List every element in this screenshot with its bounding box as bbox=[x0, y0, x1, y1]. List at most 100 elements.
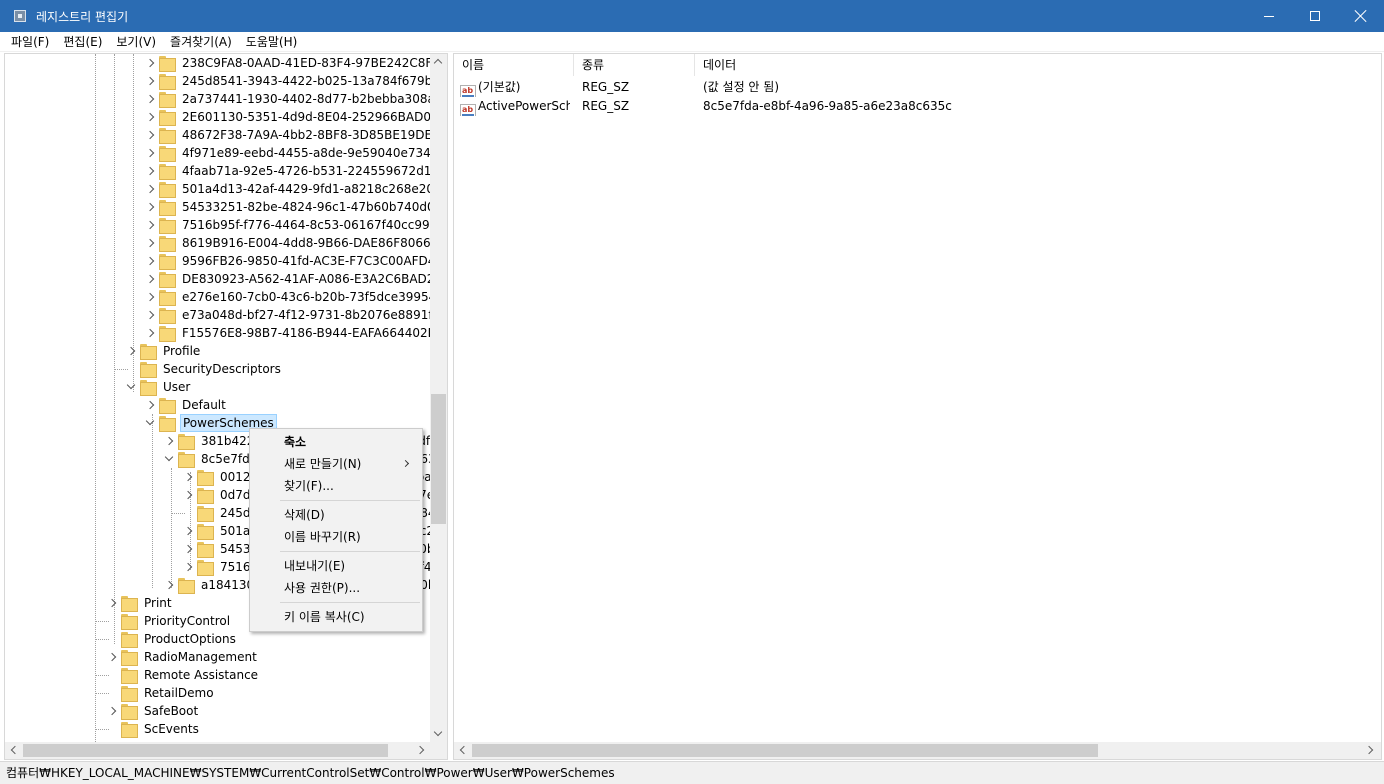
scroll-left-icon[interactable] bbox=[10, 745, 20, 755]
scroll-left-icon[interactable] bbox=[459, 745, 469, 755]
list-horizontal-scrollbar[interactable] bbox=[454, 742, 1381, 759]
tree-node-label[interactable]: Default bbox=[180, 396, 228, 414]
tree-node-label[interactable]: 2a737441-1930-4402-8d77-b2bebba308a3 bbox=[180, 90, 444, 108]
menu-favorites[interactable]: 즐겨찾기(A) bbox=[163, 32, 239, 52]
tree-vertical-scrollbar[interactable] bbox=[430, 54, 447, 742]
context-menu-item[interactable]: 축소 bbox=[252, 431, 420, 453]
tree-node-label[interactable]: F15576E8-98B7-4186-B944-EAFA664402D9 bbox=[180, 324, 446, 342]
tree-node-label[interactable]: ProductOptions bbox=[142, 630, 238, 648]
chevron-right-icon[interactable] bbox=[108, 653, 117, 662]
tree-node-label[interactable]: DE830923-A562-41AF-A086-E3A2C6BAD2DA bbox=[180, 270, 447, 288]
tree-node[interactable]: 245d8541-3943-4422-b025-13a784f679b7 bbox=[146, 72, 442, 90]
chevron-right-icon[interactable] bbox=[146, 167, 155, 176]
menu-view[interactable]: 보기(V) bbox=[109, 32, 163, 52]
tree-node-label[interactable]: User bbox=[161, 378, 192, 396]
tree-node-label[interactable]: RadioManagement bbox=[142, 648, 259, 666]
tree-node[interactable]: Default bbox=[146, 396, 228, 414]
chevron-down-icon[interactable] bbox=[127, 383, 136, 392]
tree-node-label[interactable]: SafeBoot bbox=[142, 702, 200, 720]
close-button[interactable] bbox=[1338, 0, 1384, 32]
chevron-right-icon[interactable] bbox=[165, 581, 174, 590]
tree-horizontal-scrollbar[interactable] bbox=[5, 742, 432, 759]
tree-node-label[interactable]: e73a048d-bf27-4f12-9731-8b2076e8891f bbox=[180, 306, 435, 324]
tree-node[interactable]: SafeBoot bbox=[108, 702, 200, 720]
context-menu-item[interactable]: 새로 만들기(N) bbox=[252, 453, 420, 475]
tree-node-label[interactable]: 54533251-82be-4824-96c1-47b60b740d00 bbox=[180, 198, 444, 216]
value-list-pane[interactable]: 이름 종류 데이터 ab (기본값) REG_SZ (값 설정 안 됨) ab Ac… bbox=[453, 53, 1382, 760]
context-menu-item[interactable]: 찾기(F)... bbox=[252, 475, 420, 497]
tree-node-label[interactable]: Print bbox=[142, 594, 174, 612]
tree-node[interactable]: 48672F38-7A9A-4bb2-8BF8-3D85BE19DE4E bbox=[146, 126, 447, 144]
tree-node[interactable]: ProductOptions bbox=[108, 630, 238, 648]
chevron-right-icon[interactable] bbox=[146, 239, 155, 248]
tree-node-label[interactable]: e276e160-7cb0-43c6-b20b-73f5dce39954 bbox=[180, 288, 438, 306]
chevron-right-icon[interactable] bbox=[184, 545, 193, 554]
scroll-up-icon[interactable] bbox=[433, 58, 443, 68]
scroll-right-icon[interactable] bbox=[415, 745, 425, 755]
tree-node[interactable]: 7516b95f-f776-4464-8c53-06167f40cc99 bbox=[146, 216, 432, 234]
tree-node[interactable]: 501a4d13-42af-4429-9fd1-a8218c268e20 bbox=[146, 180, 436, 198]
tree-node[interactable]: SecurityDescriptors bbox=[127, 360, 283, 378]
tree-node[interactable]: 4f971e89-eebd-4455-a8de-9e59040e7347 bbox=[146, 144, 440, 162]
tree-node-label[interactable]: 7516b95f-f776-4464-8c53-06167f40cc99 bbox=[180, 216, 432, 234]
tree-node[interactable]: DE830923-A562-41AF-A086-E3A2C6BAD2DA bbox=[146, 270, 447, 288]
tree-node[interactable]: 54533251-82be-4824-96c1-47b60b740d00 bbox=[146, 198, 444, 216]
tree-vertical-scroll-thumb[interactable] bbox=[431, 394, 446, 524]
tree-node-label[interactable]: Profile bbox=[161, 342, 202, 360]
scroll-right-icon[interactable] bbox=[1364, 745, 1374, 755]
tree-node-label[interactable]: 238C9FA8-0AAD-41ED-83F4-97BE242C8F20 bbox=[180, 54, 447, 72]
tree-node-label[interactable]: 4faab71a-92e5-4726-b531-224559672d19 bbox=[180, 162, 441, 180]
menu-edit[interactable]: 편집(E) bbox=[56, 32, 109, 52]
tree-node[interactable]: 4faab71a-92e5-4726-b531-224559672d19 bbox=[146, 162, 441, 180]
tree-node[interactable]: e276e160-7cb0-43c6-b20b-73f5dce39954 bbox=[146, 288, 438, 306]
tree-node[interactable]: Print bbox=[108, 594, 174, 612]
column-name[interactable]: 이름 bbox=[454, 54, 574, 76]
tree-node[interactable]: 2a737441-1930-4402-8d77-b2bebba308a3 bbox=[146, 90, 444, 108]
column-type[interactable]: 종류 bbox=[574, 54, 695, 76]
tree-node[interactable]: 2E601130-5351-4d9d-8E04-252966BAD054 bbox=[146, 108, 447, 126]
chevron-right-icon[interactable] bbox=[146, 293, 155, 302]
minimize-button[interactable] bbox=[1246, 0, 1292, 32]
chevron-right-icon[interactable] bbox=[146, 185, 155, 194]
tree-node[interactable]: F15576E8-98B7-4186-B944-EAFA664402D9 bbox=[146, 324, 446, 342]
chevron-right-icon[interactable] bbox=[184, 527, 193, 536]
chevron-right-icon[interactable] bbox=[184, 563, 193, 572]
tree-node-label[interactable]: PriorityControl bbox=[142, 612, 232, 630]
tree-node[interactable]: 9596FB26-9850-41fd-AC3E-F7C3C00AFD4B bbox=[146, 252, 446, 270]
menu-help[interactable]: 도움말(H) bbox=[239, 32, 305, 52]
tree-node[interactable]: User bbox=[127, 378, 192, 396]
chevron-right-icon[interactable] bbox=[146, 95, 155, 104]
tree-node-label[interactable]: 4f971e89-eebd-4455-a8de-9e59040e7347 bbox=[180, 144, 440, 162]
tree-node-label[interactable]: 8619B916-E004-4dd8-9B66-DAE86F806698 bbox=[180, 234, 447, 252]
tree-node[interactable]: RadioManagement bbox=[108, 648, 259, 666]
chevron-down-icon[interactable] bbox=[165, 455, 174, 464]
menu-file[interactable]: 파일(F) bbox=[0, 32, 56, 52]
chevron-right-icon[interactable] bbox=[146, 203, 155, 212]
value-row[interactable]: ab (기본값) REG_SZ (값 설정 안 됨) bbox=[454, 78, 1374, 97]
tree-node[interactable]: 238C9FA8-0AAD-41ED-83F4-97BE242C8F20 bbox=[146, 54, 447, 72]
list-horizontal-scroll-thumb[interactable] bbox=[472, 744, 1098, 757]
value-row[interactable]: abActivePowerScheme REG_SZ 8c5e7fda-e8bf… bbox=[454, 97, 1374, 116]
tree-node[interactable]: e73a048d-bf27-4f12-9731-8b2076e8891f bbox=[146, 306, 435, 324]
chevron-right-icon[interactable] bbox=[146, 131, 155, 140]
key-tree-pane[interactable]: 238C9FA8-0AAD-41ED-83F4-97BE242C8F20 245d… bbox=[4, 53, 448, 760]
tree-node-label[interactable]: ScEvents bbox=[142, 720, 201, 738]
tree-node-label[interactable]: SecurityDescriptors bbox=[161, 360, 283, 378]
chevron-right-icon[interactable] bbox=[146, 221, 155, 230]
tree-node-label[interactable]: 48672F38-7A9A-4bb2-8BF8-3D85BE19DE4E bbox=[180, 126, 447, 144]
chevron-right-icon[interactable] bbox=[146, 59, 155, 68]
context-menu-item[interactable]: 키 이름 복사(C) bbox=[252, 606, 420, 628]
chevron-right-icon[interactable] bbox=[146, 311, 155, 320]
tree-node[interactable]: RetailDemo bbox=[108, 684, 216, 702]
chevron-right-icon[interactable] bbox=[146, 149, 155, 158]
chevron-right-icon[interactable] bbox=[127, 347, 136, 356]
tree-node[interactable]: 8619B916-E004-4dd8-9B66-DAE86F806698 bbox=[146, 234, 447, 252]
chevron-right-icon[interactable] bbox=[146, 329, 155, 338]
context-menu-item[interactable]: 이름 바꾸기(R) bbox=[252, 526, 420, 548]
chevron-right-icon[interactable] bbox=[146, 257, 155, 266]
tree-node-label[interactable]: Remote Assistance bbox=[142, 666, 260, 684]
tree-node-label[interactable]: 501a4d13-42af-4429-9fd1-a8218c268e20 bbox=[180, 180, 436, 198]
scroll-down-icon[interactable] bbox=[433, 727, 443, 737]
maximize-button[interactable] bbox=[1292, 0, 1338, 32]
context-menu-item[interactable]: 삭제(D) bbox=[252, 504, 420, 526]
